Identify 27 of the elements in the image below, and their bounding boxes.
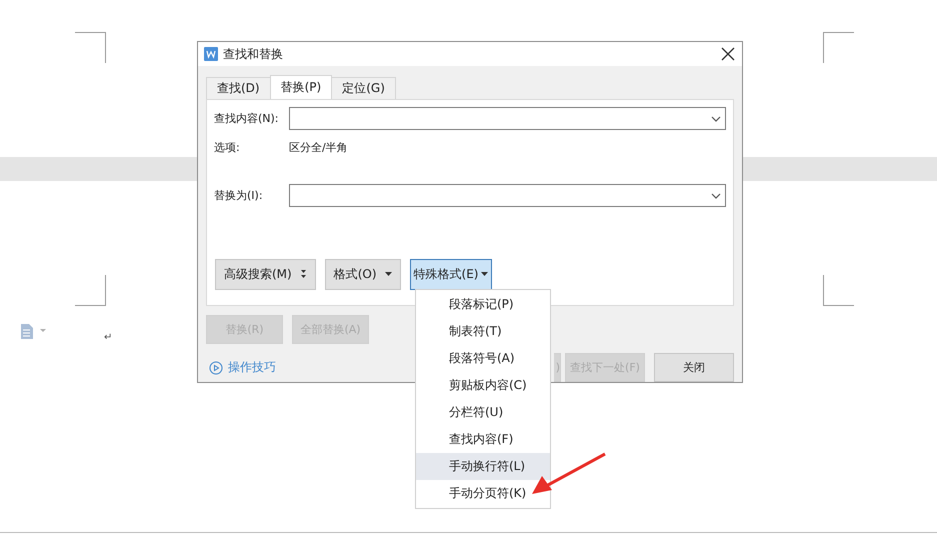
corner-mark [823, 32, 854, 63]
field-label: 查找内容(N): [214, 111, 280, 126]
tab[interactable]: 定位(G) [331, 77, 396, 99]
close-icon [720, 46, 736, 62]
tab[interactable]: 替换(P) [270, 75, 332, 99]
dialog-button[interactable]: 关闭 [654, 353, 734, 382]
chevron-down-icon[interactable] [711, 116, 721, 122]
window-title: 查找和替换 [223, 46, 284, 62]
field-label: 替换为(I): [214, 188, 264, 203]
options-value: 区分全/半角 [289, 140, 348, 154]
corner-mark [75, 275, 106, 306]
corner-mark [823, 275, 854, 306]
app-icon [204, 47, 218, 61]
dropdown-button[interactable]: 特殊格式(E) [410, 259, 492, 290]
close-button[interactable] [720, 46, 736, 62]
menu-item[interactable]: 手动换行符(L) [416, 453, 550, 480]
dropdown-button[interactable]: 高级搜索(M) [215, 259, 316, 290]
replace-field[interactable] [289, 184, 726, 207]
corner-mark [75, 32, 106, 63]
paragraph-mark: ↵ [104, 332, 112, 343]
options-label: 选项: [214, 140, 241, 154]
play-circle-icon [209, 360, 223, 374]
chevron-down-icon[interactable] [711, 192, 721, 198]
find-field[interactable] [289, 107, 726, 130]
double-caret-icon [300, 270, 307, 279]
tab[interactable]: 查找(D) [206, 77, 271, 99]
dropdown-button[interactable]: 格式(O) [324, 259, 401, 290]
